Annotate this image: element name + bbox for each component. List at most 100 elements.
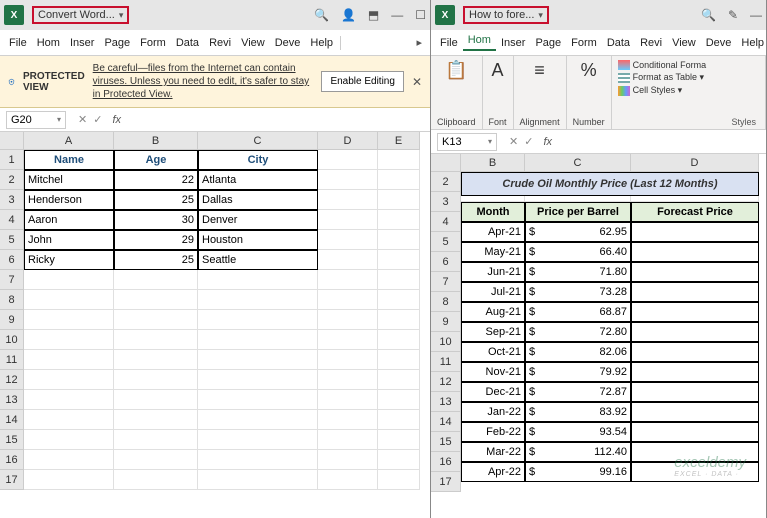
table-title[interactable]: Crude Oil Monthly Price (Last 12 Months) bbox=[461, 172, 759, 196]
cell-forecast[interactable] bbox=[631, 322, 759, 342]
cell[interactable] bbox=[378, 330, 420, 350]
row-header[interactable]: 13 bbox=[0, 390, 24, 410]
cell[interactable] bbox=[114, 350, 198, 370]
cell[interactable] bbox=[198, 390, 318, 410]
row-header[interactable]: 16 bbox=[431, 452, 461, 472]
col-header[interactable]: E bbox=[378, 132, 420, 150]
cell[interactable] bbox=[378, 290, 420, 310]
cell-month[interactable]: Sep-21 bbox=[461, 322, 525, 342]
row-header[interactable]: 7 bbox=[431, 272, 461, 292]
menu-insert[interactable]: Inser bbox=[65, 37, 99, 49]
user-icon[interactable]: 👤 bbox=[341, 8, 356, 22]
table-header[interactable]: Forecast Price bbox=[631, 202, 759, 222]
search-icon[interactable]: 🔍 bbox=[314, 8, 329, 22]
cell[interactable] bbox=[378, 370, 420, 390]
col-header[interactable]: C bbox=[525, 154, 631, 172]
cell[interactable] bbox=[114, 450, 198, 470]
row-header[interactable]: 16 bbox=[0, 450, 24, 470]
row-header[interactable]: 15 bbox=[0, 430, 24, 450]
cell[interactable] bbox=[318, 150, 378, 170]
menu-view[interactable]: View bbox=[667, 37, 701, 49]
cell[interactable] bbox=[378, 430, 420, 450]
minimize-icon[interactable]: — bbox=[391, 8, 403, 22]
cell[interactable] bbox=[318, 330, 378, 350]
menu-page[interactable]: Page bbox=[99, 37, 135, 49]
search-icon[interactable]: 🔍 bbox=[701, 8, 716, 22]
cancel-icon[interactable]: ✕ bbox=[509, 135, 518, 148]
cell-price[interactable]: $72.80 bbox=[525, 322, 631, 342]
cell[interactable] bbox=[318, 370, 378, 390]
close-icon[interactable]: ✕ bbox=[412, 75, 422, 89]
row-header[interactable]: 9 bbox=[431, 312, 461, 332]
name-box[interactable]: G20 ▾ bbox=[6, 111, 66, 129]
row-header[interactable]: 11 bbox=[431, 352, 461, 372]
cell[interactable] bbox=[114, 430, 198, 450]
cell[interactable] bbox=[318, 410, 378, 430]
cell[interactable] bbox=[24, 350, 114, 370]
cell-city[interactable]: Denver bbox=[198, 210, 318, 230]
cell-forecast[interactable] bbox=[631, 442, 759, 462]
cell-price[interactable]: $72.87 bbox=[525, 382, 631, 402]
col-header[interactable]: B bbox=[114, 132, 198, 150]
cell[interactable] bbox=[378, 170, 420, 190]
row-header[interactable]: 10 bbox=[431, 332, 461, 352]
cell-forecast[interactable] bbox=[631, 242, 759, 262]
cell[interactable] bbox=[114, 290, 198, 310]
enable-editing-button[interactable]: Enable Editing bbox=[321, 71, 404, 92]
cell-month[interactable]: Feb-22 bbox=[461, 422, 525, 442]
col-header[interactable]: D bbox=[318, 132, 378, 150]
cell-price[interactable]: $73.28 bbox=[525, 282, 631, 302]
cell-month[interactable]: Mar-22 bbox=[461, 442, 525, 462]
cell[interactable] bbox=[24, 330, 114, 350]
ribbon-clipboard[interactable]: 📋 Clipboard bbox=[431, 56, 483, 129]
cell-forecast[interactable] bbox=[631, 422, 759, 442]
cell-age[interactable]: 29 bbox=[114, 230, 198, 250]
cell[interactable] bbox=[198, 470, 318, 490]
menu-file[interactable]: File bbox=[4, 37, 32, 49]
cell-price[interactable]: $66.40 bbox=[525, 242, 631, 262]
cell[interactable] bbox=[198, 350, 318, 370]
menu-file[interactable]: File bbox=[435, 37, 463, 49]
cell[interactable] bbox=[378, 390, 420, 410]
cell-month[interactable]: Apr-21 bbox=[461, 222, 525, 242]
row-header[interactable]: 8 bbox=[0, 290, 24, 310]
cell-price[interactable]: $62.95 bbox=[525, 222, 631, 242]
cell[interactable] bbox=[24, 430, 114, 450]
cell[interactable] bbox=[318, 170, 378, 190]
row-header[interactable]: 14 bbox=[431, 412, 461, 432]
select-all-corner[interactable] bbox=[0, 132, 24, 150]
cell[interactable] bbox=[318, 270, 378, 290]
conditional-formatting-button[interactable]: Conditional Forma bbox=[618, 60, 707, 70]
cell[interactable] bbox=[378, 470, 420, 490]
menu-formulas[interactable]: Form bbox=[135, 37, 171, 49]
cell-forecast[interactable] bbox=[631, 282, 759, 302]
row-header[interactable]: 2 bbox=[431, 172, 461, 192]
cell[interactable] bbox=[378, 270, 420, 290]
cell[interactable] bbox=[198, 450, 318, 470]
table-header[interactable]: Price per Barrel bbox=[525, 202, 631, 222]
cell[interactable] bbox=[24, 270, 114, 290]
cell[interactable] bbox=[24, 470, 114, 490]
cell-styles-button[interactable]: Cell Styles ▾ bbox=[618, 85, 707, 96]
cell[interactable] bbox=[318, 310, 378, 330]
cell[interactable] bbox=[24, 450, 114, 470]
cell[interactable] bbox=[198, 370, 318, 390]
row-header[interactable]: 12 bbox=[431, 372, 461, 392]
menu-review[interactable]: Revi bbox=[635, 37, 667, 49]
ribbon-font[interactable]: A Font bbox=[483, 56, 514, 129]
menu-data[interactable]: Data bbox=[602, 37, 635, 49]
cell[interactable] bbox=[318, 190, 378, 210]
cell-price[interactable]: $71.80 bbox=[525, 262, 631, 282]
cell[interactable] bbox=[378, 150, 420, 170]
row-header[interactable]: 15 bbox=[431, 432, 461, 452]
menu-dev[interactable]: Deve bbox=[701, 37, 737, 49]
cell-price[interactable]: $112.40 bbox=[525, 442, 631, 462]
cell[interactable] bbox=[24, 290, 114, 310]
minimize-icon[interactable]: — bbox=[750, 8, 762, 22]
cell[interactable] bbox=[24, 390, 114, 410]
check-icon[interactable]: ✓ bbox=[93, 113, 102, 126]
cell-name[interactable]: Aaron bbox=[24, 210, 114, 230]
sheet-area-right[interactable]: 2 3 4 5 6 7 8 9 10 11 12 13 14 15 16 17 … bbox=[431, 154, 766, 518]
row-header[interactable]: 3 bbox=[0, 190, 24, 210]
cell[interactable] bbox=[114, 470, 198, 490]
